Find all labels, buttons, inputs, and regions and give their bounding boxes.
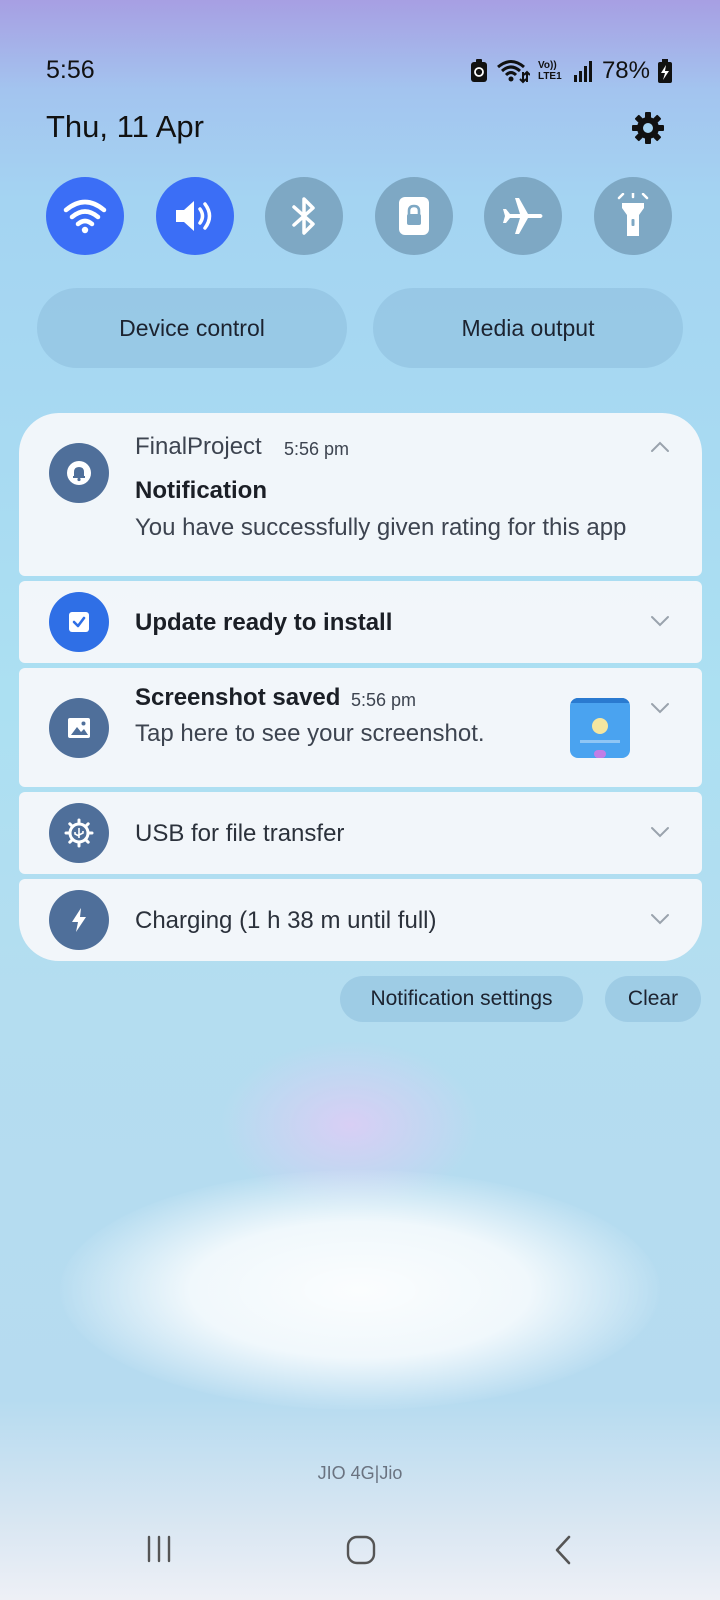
- bolt-icon: [72, 908, 86, 932]
- notification-time: 5:56 pm: [284, 439, 350, 459]
- notification-usb[interactable]: USB for file transfer: [19, 792, 702, 874]
- notification-settings-button[interactable]: Notification settings: [340, 976, 583, 1022]
- notification-finalproject[interactable]: FinalProject 5:56 pm Notification You ha…: [19, 413, 702, 576]
- cell-signal-icon: [573, 61, 592, 82]
- back-icon[interactable]: [552, 1534, 574, 1566]
- lock-icon: [398, 197, 429, 235]
- app-icon: [49, 592, 109, 652]
- notification-charging[interactable]: Charging (1 h 38 m until full): [19, 879, 702, 961]
- media-output-button[interactable]: Media output: [373, 288, 683, 368]
- airplane-icon: [503, 198, 543, 234]
- usb-settings-icon: [64, 818, 94, 848]
- wifi-icon: [63, 199, 107, 234]
- checkbox-icon: [69, 612, 89, 632]
- carrier-label: JIO 4G|Jio: [317, 1463, 403, 1483]
- settings-gear-icon[interactable]: [630, 110, 666, 146]
- device-control-button[interactable]: Device control: [37, 288, 347, 368]
- screenshot-thumbnail[interactable]: [570, 698, 630, 758]
- navigation-bar: [0, 1520, 720, 1590]
- sound-toggle[interactable]: [155, 177, 234, 255]
- bluetooth-toggle[interactable]: [265, 177, 344, 255]
- notification-actions: Notification settings Clear: [0, 976, 720, 1024]
- wifi-toggle[interactable]: [46, 177, 124, 255]
- recent-apps-icon[interactable]: [144, 1534, 174, 1564]
- recycle-notification-icon: [470, 59, 487, 82]
- date-label: Thu, 11 Apr: [46, 109, 204, 144]
- battery-percent: 78%: [601, 57, 650, 84]
- notification-body: Tap here to see your screenshot.: [135, 720, 485, 747]
- app-icon: [49, 803, 109, 863]
- battery-charging-icon: [658, 59, 672, 83]
- volte-lte-label: Vo)) LTE1: [537, 60, 562, 82]
- background-glow: [60, 1170, 660, 1410]
- rotation-lock-toggle[interactable]: [374, 177, 453, 255]
- wifi-signal-icon: [496, 60, 530, 84]
- volume-icon: [175, 201, 211, 231]
- home-icon[interactable]: [345, 1534, 377, 1566]
- notification-update[interactable]: Update ready to install: [19, 581, 702, 663]
- chevron-down-icon[interactable]: [648, 820, 672, 844]
- flashlight-icon: [617, 193, 649, 236]
- notification-title: Charging (1 h 38 m until full): [135, 907, 437, 934]
- airplane-mode-toggle[interactable]: [484, 177, 563, 255]
- notification-time: 5:56 pm: [351, 690, 417, 710]
- bluetooth-icon: [292, 197, 315, 235]
- image-icon: [68, 718, 90, 738]
- notification-body: You have successfully given rating for t…: [135, 514, 627, 541]
- notification-screenshot[interactable]: Screenshot saved 5:56 pm Tap here to see…: [19, 668, 702, 787]
- notification-title: Notification: [135, 477, 267, 504]
- app-icon: [49, 443, 109, 503]
- notification-title: USB for file transfer: [135, 820, 345, 847]
- notification-title: Screenshot saved: [135, 684, 341, 711]
- clear-button[interactable]: Clear: [605, 976, 701, 1022]
- notification-app-name: FinalProject: [135, 433, 262, 460]
- chevron-down-icon[interactable]: [648, 696, 672, 720]
- panel-buttons: Device control Media output: [37, 288, 683, 368]
- status-icons: Vo)) LTE1 78%: [470, 56, 672, 86]
- chevron-up-icon[interactable]: [648, 435, 672, 459]
- clock: 5:56: [46, 56, 95, 84]
- quick-settings-row: [46, 177, 672, 257]
- flashlight-toggle[interactable]: [593, 177, 672, 255]
- app-icon: [49, 698, 109, 758]
- notification-title: Update ready to install: [135, 609, 393, 636]
- chevron-down-icon[interactable]: [648, 907, 672, 931]
- app-icon: [49, 890, 109, 950]
- bell-icon: [67, 461, 91, 485]
- chevron-down-icon[interactable]: [648, 609, 672, 633]
